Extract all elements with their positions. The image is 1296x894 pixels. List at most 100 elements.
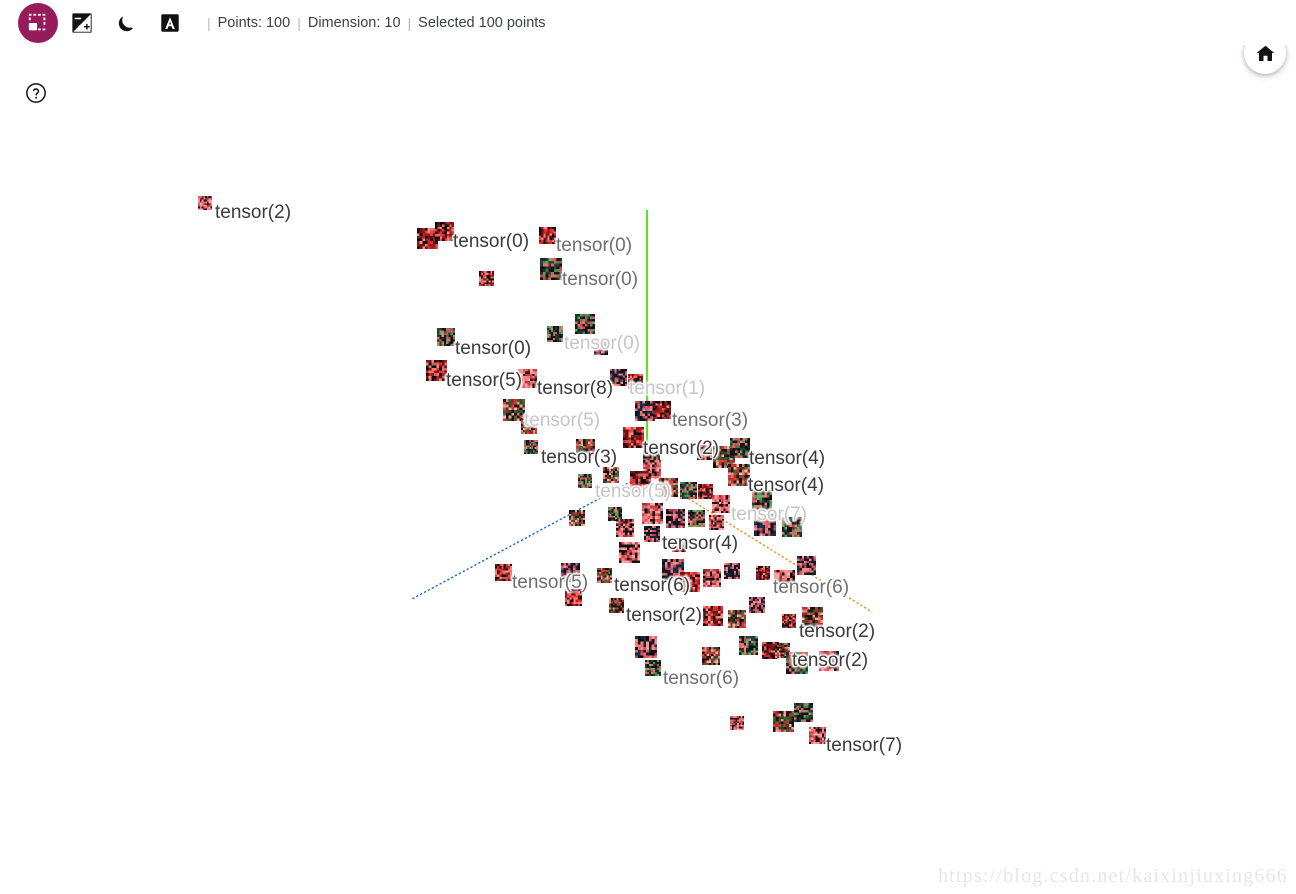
scatter-point-sprite[interactable] bbox=[702, 647, 720, 665]
scatter-point-sprite[interactable] bbox=[538, 226, 556, 244]
scatter-point-sprite[interactable] bbox=[749, 597, 765, 613]
scatter-point-sprite[interactable] bbox=[644, 526, 660, 542]
scatter-point-sprite[interactable] bbox=[547, 326, 563, 342]
point-label: tensor(2) bbox=[626, 605, 703, 626]
scatter-point-sprite[interactable] bbox=[703, 606, 723, 626]
watermark-url: https://blog.csdn.net/kaixinjiuxing666 bbox=[937, 865, 1288, 887]
scatter-point-sprite[interactable] bbox=[198, 196, 212, 210]
scatter-point-sprite[interactable] bbox=[772, 710, 794, 732]
points-count-label: Points: 100 bbox=[217, 14, 291, 31]
scatter-point-sprite[interactable] bbox=[773, 569, 795, 591]
scatter-point-sprite[interactable] bbox=[540, 258, 562, 280]
point-label: tensor(0) bbox=[455, 338, 532, 359]
scatter-point-sprite[interactable] bbox=[425, 359, 447, 381]
axis-x bbox=[411, 472, 648, 600]
exposure-icon bbox=[72, 12, 92, 33]
brightness-button[interactable] bbox=[62, 3, 102, 43]
scatter-point-sprite[interactable] bbox=[808, 726, 826, 744]
status-separator-3: | bbox=[407, 14, 412, 31]
scatter-point-sprite[interactable] bbox=[782, 517, 802, 537]
scatter-point-sprite[interactable] bbox=[641, 502, 663, 524]
status-separator-2: | bbox=[297, 14, 301, 31]
scatter-point-sprite[interactable] bbox=[517, 368, 537, 388]
scatter-point-sprite[interactable] bbox=[738, 635, 758, 655]
scatter-plot-canvas[interactable]: tensor(2) tensor(0) tensor(0) tensor(0) tens… bbox=[0, 45, 1296, 894]
dimension-label: Dimension: 10 bbox=[307, 14, 401, 31]
point-label: tensor(2) bbox=[215, 202, 292, 223]
scatter-point-sprite[interactable] bbox=[494, 563, 512, 581]
scatter-point-sprite[interactable] bbox=[622, 426, 644, 448]
point-label: tensor(5) bbox=[446, 370, 523, 391]
scatter-point-sprite[interactable] bbox=[724, 563, 740, 579]
scatter-point-sprite[interactable] bbox=[680, 572, 700, 592]
moon-icon bbox=[118, 15, 134, 31]
point-label: tensor(0) bbox=[453, 231, 530, 252]
scatter-point-sprite[interactable] bbox=[728, 610, 746, 628]
point-label: tensor(6) bbox=[663, 668, 740, 689]
scatter-point-sprite[interactable] bbox=[665, 508, 685, 528]
scatter-point-sprite[interactable] bbox=[618, 541, 640, 563]
scatter-point-sprite[interactable] bbox=[687, 509, 705, 527]
selection-box-icon bbox=[28, 13, 46, 30]
scatter-point-sprite[interactable] bbox=[596, 567, 612, 583]
point-label: tensor(8) bbox=[537, 378, 614, 399]
point-label: tensor(0) bbox=[562, 269, 639, 290]
status-separator-1: | bbox=[207, 14, 211, 31]
scatter-point-sprite[interactable] bbox=[793, 702, 813, 722]
scatter-point-sprite[interactable] bbox=[575, 438, 595, 458]
scatter-point-sprite[interactable] bbox=[569, 510, 585, 526]
scatter-point-sprite[interactable] bbox=[594, 341, 608, 355]
scatter-point-sprite[interactable] bbox=[756, 566, 770, 580]
scatter-point-sprite[interactable] bbox=[819, 651, 839, 671]
point-label: tensor(3) bbox=[672, 410, 749, 431]
labels-button[interactable] bbox=[150, 3, 190, 43]
scatter-point-sprite[interactable] bbox=[658, 477, 678, 497]
scatter-point-sprite[interactable] bbox=[801, 606, 823, 628]
scatter-point-sprite[interactable] bbox=[521, 418, 537, 434]
scatter-point-sprite[interactable] bbox=[645, 660, 661, 676]
point-label: tensor(0) bbox=[556, 235, 633, 256]
scatter-point-sprite[interactable] bbox=[708, 514, 724, 530]
help-circle-glyph bbox=[26, 83, 46, 103]
scatter-point-sprite[interactable] bbox=[672, 538, 686, 552]
scatter-point-sprite[interactable] bbox=[627, 373, 643, 389]
scatter-point-sprite[interactable] bbox=[712, 495, 730, 513]
night-mode-button[interactable] bbox=[106, 3, 146, 43]
scatter-point-sprite[interactable] bbox=[730, 438, 750, 458]
help-circle-icon[interactable] bbox=[25, 82, 47, 104]
status-bar: | Points: 100 | Dimension: 10 | Selected… bbox=[200, 15, 546, 31]
scatter-point-sprite[interactable] bbox=[679, 481, 697, 499]
scatter-point-sprite[interactable] bbox=[609, 368, 627, 386]
scatter-point-sprite[interactable] bbox=[754, 514, 776, 536]
scatter-point-sprite[interactable] bbox=[703, 569, 721, 587]
scatter-point-sprite[interactable] bbox=[635, 401, 655, 421]
scatter-point-sprite[interactable] bbox=[786, 652, 808, 674]
point-label: tensor(4) bbox=[749, 448, 826, 469]
scatter-point-sprite[interactable] bbox=[697, 483, 713, 499]
scatter-point-sprite[interactable] bbox=[608, 597, 624, 613]
scatter-point-sprite[interactable] bbox=[782, 614, 796, 628]
selection-count-label: Selected 100 points bbox=[418, 14, 546, 31]
scatter-point-sprite[interactable] bbox=[578, 474, 592, 488]
top-toolbar: | Points: 100 | Dimension: 10 | Selected… bbox=[0, 0, 1296, 45]
embedding-projector-app: | Points: 100 | Dimension: 10 | Selected… bbox=[0, 0, 1296, 894]
scatter-point-sprite[interactable] bbox=[653, 401, 671, 419]
select-mode-button[interactable] bbox=[18, 2, 58, 43]
scatter-point-sprite[interactable] bbox=[560, 562, 580, 582]
scatter-point-sprite[interactable] bbox=[730, 716, 744, 730]
scatter-point-sprite[interactable] bbox=[564, 588, 582, 606]
scatter-point-sprite[interactable] bbox=[728, 464, 750, 486]
scatter-point-sprite[interactable] bbox=[696, 444, 712, 460]
scatter-point-sprite[interactable] bbox=[796, 555, 816, 575]
scatter-point-sprite[interactable] bbox=[575, 314, 595, 334]
home-icon bbox=[1256, 45, 1274, 61]
scatter-point-sprite[interactable] bbox=[434, 221, 454, 241]
scatter-point-sprite[interactable] bbox=[629, 470, 651, 492]
scatter-point-sprite[interactable] bbox=[635, 636, 657, 658]
scatter-point-sprite[interactable] bbox=[478, 270, 494, 286]
scatter-point-sprite[interactable] bbox=[616, 519, 634, 537]
scatter-point-sprite[interactable] bbox=[603, 467, 619, 483]
scatter-point-sprite[interactable] bbox=[437, 328, 455, 346]
scatter-point-sprite[interactable] bbox=[752, 490, 772, 510]
scatter-point-sprite[interactable] bbox=[524, 440, 538, 454]
